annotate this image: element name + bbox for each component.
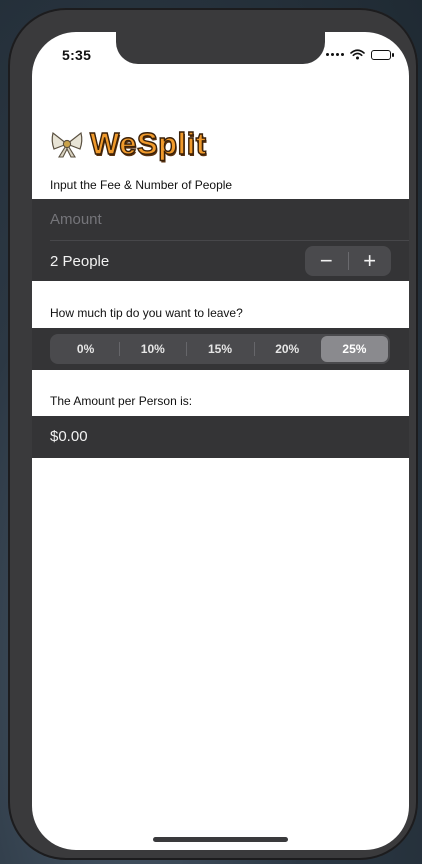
result-section-label: The Amount per Person is: [50, 394, 193, 408]
increment-button[interactable]: + [348, 246, 391, 276]
tip-segmented-control[interactable]: 0% 10% 15% 20% 25% [50, 334, 390, 364]
device-notch [116, 32, 325, 64]
status-icons [326, 49, 394, 60]
wifi-icon [350, 49, 365, 60]
home-indicator[interactable] [153, 837, 288, 842]
input-section: Amount 2 People − + [32, 199, 409, 281]
tip-option-15[interactable]: 15% [186, 336, 253, 362]
people-count-label: 2 People [50, 253, 110, 270]
status-time: 5:35 [62, 47, 92, 63]
tip-option-25[interactable]: 25% [320, 336, 389, 362]
result-section: $0.00 [32, 416, 409, 458]
row-divider [50, 240, 409, 241]
tip-option-20[interactable]: 20% [253, 336, 321, 362]
device-frame: 5:35 WeSplit Input the Fee & Number of P… [8, 8, 418, 860]
battery-icon [371, 49, 394, 60]
tip-option-0[interactable]: 0% [52, 336, 119, 362]
bow-icon [51, 131, 83, 158]
cellular-signal-icon [326, 53, 344, 56]
input-section-label: Input the Fee & Number of People [50, 178, 233, 192]
people-stepper[interactable]: − + [305, 246, 391, 276]
app-logo: WeSplit [50, 125, 207, 162]
tip-option-10[interactable]: 10% [119, 336, 186, 362]
amount-per-person-value: $0.00 [50, 428, 88, 445]
tip-section: 0% 10% 15% 20% 25% [32, 328, 409, 370]
app-title: WeSplit [89, 125, 207, 161]
app-screen: 5:35 WeSplit Input the Fee & Number of P… [32, 32, 409, 850]
decrement-button[interactable]: − [305, 246, 348, 276]
amount-input[interactable]: Amount [50, 211, 102, 228]
tip-section-label: How much tip do you want to leave? [50, 306, 243, 320]
